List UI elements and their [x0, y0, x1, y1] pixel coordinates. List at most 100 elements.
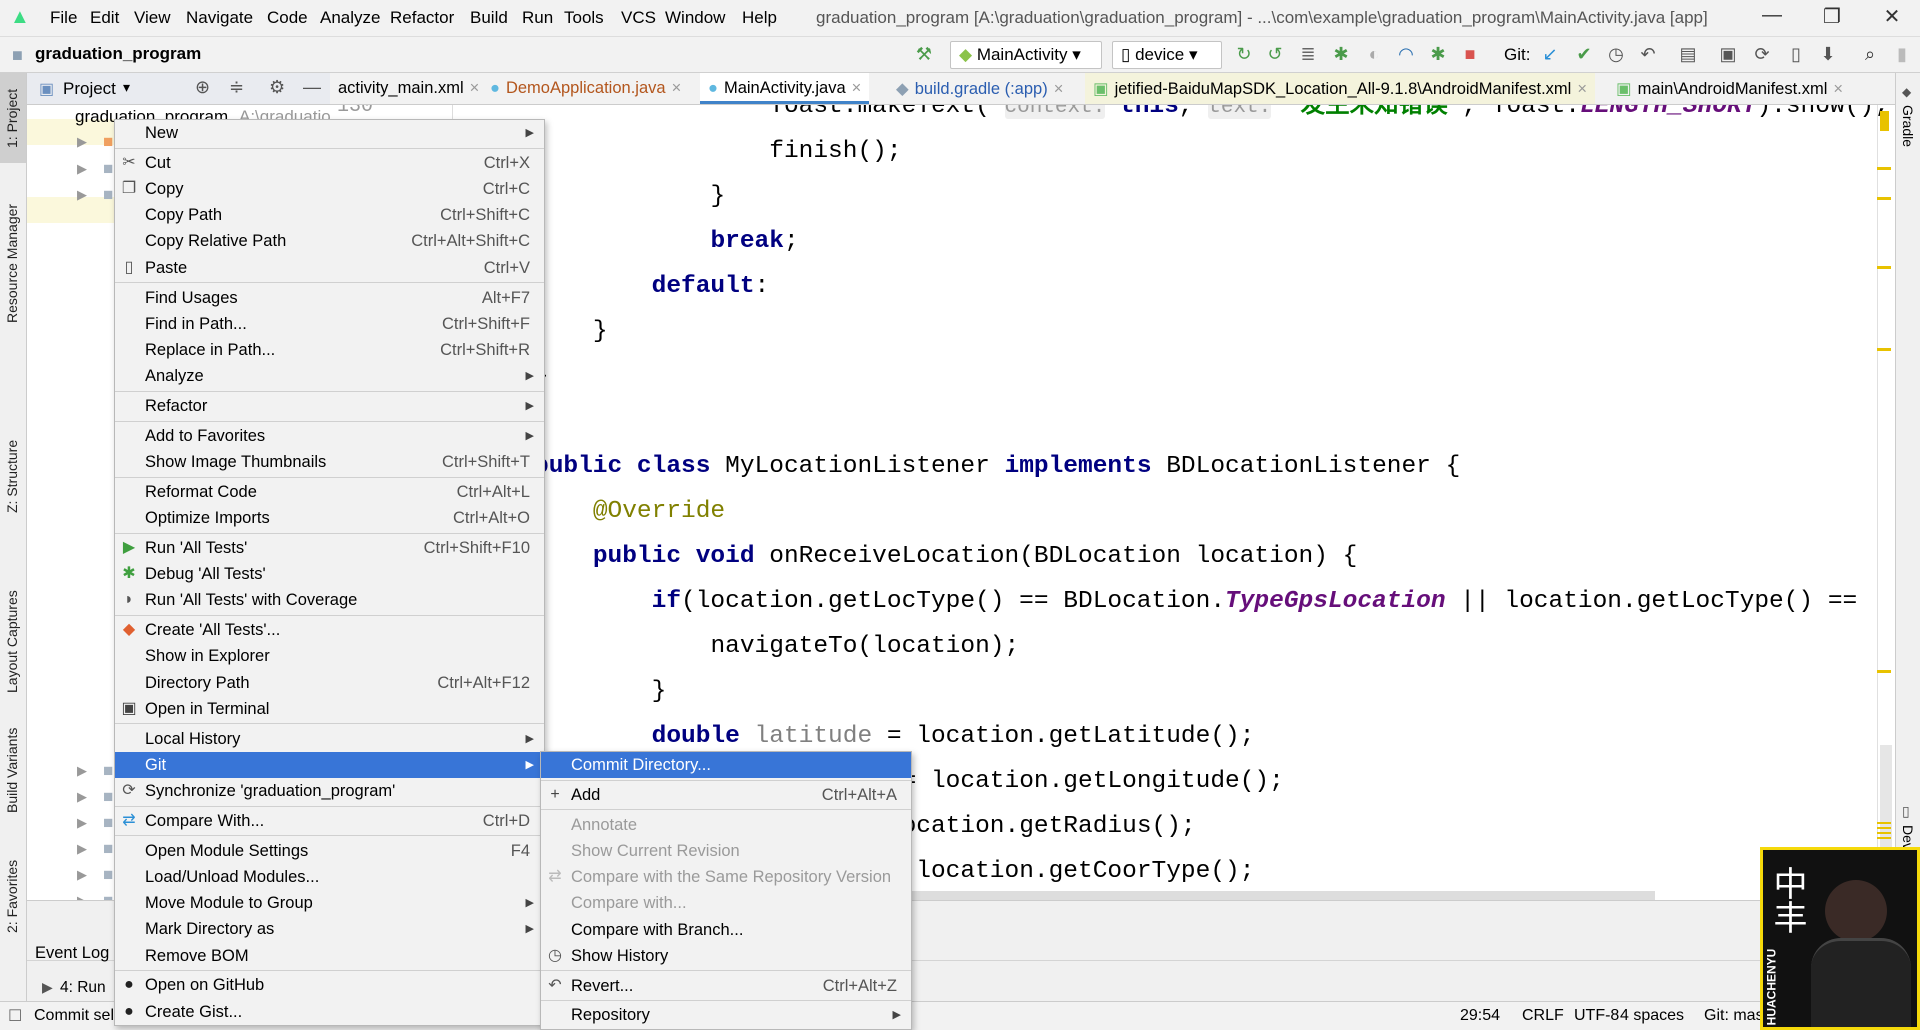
menu-item-find-usages[interactable]: Find Usages Alt+F7: [115, 285, 544, 311]
error-stripe-mark[interactable]: [1880, 111, 1889, 131]
menu-item-compare-with-branch[interactable]: Compare with Branch...: [541, 917, 911, 943]
editor-scrollbar-track[interactable]: [1877, 105, 1878, 900]
locate-icon[interactable]: ⊕: [195, 77, 210, 98]
horizontal-scrollbar[interactable]: [910, 891, 1655, 900]
menu-item-add-to-favorites[interactable]: Add to Favorites ▶: [115, 423, 544, 449]
menu-analyze[interactable]: Analyze: [320, 8, 380, 28]
menu-item-copy-path[interactable]: Copy Path Ctrl+Shift+C: [115, 202, 544, 228]
breadcrumb-project[interactable]: graduation_program: [35, 44, 201, 64]
event-log-tab[interactable]: Event Log: [35, 944, 109, 963]
menu-item-open-in-terminal[interactable]: ▣ Open in Terminal: [115, 696, 544, 722]
menu-item-show-history[interactable]: ◷ Show History: [541, 943, 911, 969]
tool-resource-manager[interactable]: Resource Manager: [4, 204, 20, 323]
editor-tab[interactable]: ● DemoApplication.java ×: [482, 73, 689, 104]
menu-item-paste[interactable]: ▯ Paste Ctrl+V: [115, 255, 544, 281]
menu-item-new[interactable]: New ▶: [115, 120, 544, 146]
tool-build-variants[interactable]: Build Variants: [4, 728, 20, 813]
git-history-icon[interactable]: ◷: [1604, 44, 1628, 65]
menu-tools[interactable]: Tools: [564, 8, 604, 28]
warning-stripe-mark[interactable]: [1877, 266, 1891, 269]
overlay-photo-widget[interactable]: 中丰 HUACHENYU: [1760, 847, 1920, 1030]
apply-changes-icon[interactable]: ↻: [1232, 44, 1256, 65]
menu-run[interactable]: Run: [522, 8, 553, 28]
menu-refactor[interactable]: Refactor: [390, 8, 454, 28]
git-commit-icon[interactable]: ✔: [1572, 44, 1596, 65]
tree-expand-arrow-icon[interactable]: ▶: [77, 763, 87, 789]
line-separator[interactable]: CRLF: [1522, 1007, 1564, 1025]
minimize-button[interactable]: —: [1752, 4, 1792, 27]
gear-icon[interactable]: ⚙: [269, 77, 285, 98]
menu-item-add[interactable]: + Add Ctrl+Alt+A: [541, 782, 911, 808]
menu-item-run-all-tests-with-coverage[interactable]: ◗ Run 'All Tests' with Coverage: [115, 587, 544, 613]
profile-icon[interactable]: ◠: [1394, 44, 1418, 65]
tree-expand-arrow-icon[interactable]: ▶: [77, 187, 87, 213]
menu-window[interactable]: Window: [665, 8, 725, 28]
editor-tab[interactable]: ▣ jetified-BaiduMapSDK_Location_All-9.1.8…: [1085, 73, 1595, 104]
menu-file[interactable]: File: [50, 8, 77, 28]
menu-item-git[interactable]: Git ▶: [115, 751, 544, 778]
menu-item-synchronize-graduation-program[interactable]: ⟳ Synchronize 'graduation_program': [115, 778, 544, 804]
menu-item-find-in-path[interactable]: Find in Path... Ctrl+Shift+F: [115, 311, 544, 337]
tool-structure[interactable]: Z: Structure: [4, 440, 20, 513]
menu-item-mark-directory-as[interactable]: Mark Directory as ▶: [115, 916, 544, 942]
menu-item-remove-bom[interactable]: Remove BOM: [115, 943, 544, 969]
menu-item-directory-path[interactable]: Directory Path Ctrl+Alt+F12: [115, 670, 544, 696]
tool-gradle[interactable]: Gradle: [1900, 105, 1916, 147]
close-tab-icon[interactable]: ×: [1054, 80, 1064, 98]
menu-item-run-all-tests[interactable]: ▶ Run 'All Tests' Ctrl+Shift+F10: [115, 535, 544, 561]
menu-help[interactable]: Help: [742, 8, 777, 28]
project-view-dropdown[interactable]: Project: [63, 79, 116, 99]
git-rollback-icon[interactable]: ↶: [1636, 44, 1660, 65]
tree-expand-arrow-icon[interactable]: ▶: [77, 789, 87, 815]
menu-item-cut[interactable]: ✂ Cut Ctrl+X: [115, 150, 544, 176]
avatar[interactable]: ▮: [1890, 44, 1914, 65]
menu-item-local-history[interactable]: Local History ▶: [115, 726, 544, 752]
attach-debugger-icon[interactable]: ✱: [1426, 44, 1450, 65]
menu-build[interactable]: Build: [470, 8, 508, 28]
stop-icon[interactable]: ■: [1458, 44, 1482, 65]
warning-stripe-mark[interactable]: [1877, 670, 1891, 673]
caret-position[interactable]: 29:54: [1460, 1007, 1500, 1025]
build-hammer-icon[interactable]: ⚒: [912, 44, 936, 65]
menu-item-optimize-imports[interactable]: Optimize Imports Ctrl+Alt+O: [115, 505, 544, 531]
menu-item-create-all-tests[interactable]: ◆ Create 'All Tests'...: [115, 617, 544, 643]
apply-code-changes-icon[interactable]: ↺: [1263, 44, 1287, 65]
editor-tab[interactable]: ● MainActivity.java ×: [700, 73, 870, 104]
logcat-icon[interactable]: ≣: [1296, 44, 1320, 65]
menu-item-open-on-github[interactable]: ● Open on GitHub: [115, 972, 544, 998]
menu-item-show-in-explorer[interactable]: Show in Explorer: [115, 643, 544, 669]
sdk-manager-icon[interactable]: ⬇: [1816, 44, 1840, 65]
restore-button[interactable]: ❐: [1812, 4, 1852, 29]
close-tab-icon[interactable]: ×: [1577, 80, 1587, 98]
warning-stripe-mark[interactable]: [1877, 197, 1891, 200]
project-structure-icon[interactable]: ▤: [1676, 44, 1700, 65]
file-encoding[interactable]: UTF-8: [1574, 1007, 1619, 1025]
close-tab-icon[interactable]: ×: [672, 79, 682, 97]
avd-manager-icon[interactable]: ▣: [1716, 44, 1740, 65]
close-tab-icon[interactable]: ×: [852, 79, 862, 97]
search-icon[interactable]: ⌕: [1858, 44, 1882, 65]
menu-item-reformat-code[interactable]: Reformat Code Ctrl+Alt+L: [115, 479, 544, 505]
tool-project[interactable]: 1: Project: [4, 89, 20, 148]
chevron-down-icon[interactable]: ▾: [123, 79, 130, 96]
menu-item-refactor[interactable]: Refactor ▶: [115, 393, 544, 419]
tree-expand-arrow-icon[interactable]: ▶: [77, 161, 87, 187]
device-dropdown[interactable]: ▯ device ▾: [1112, 41, 1222, 69]
menu-navigate[interactable]: Navigate: [186, 8, 253, 28]
warning-stripe-mark[interactable]: [1877, 822, 1891, 842]
tool-layout-captures[interactable]: Layout Captures: [4, 590, 20, 693]
run-config-dropdown[interactable]: ◆ MainActivity ▾: [950, 41, 1102, 69]
menu-item-copy[interactable]: ❐ Copy Ctrl+C: [115, 176, 544, 202]
debug-icon[interactable]: ✱: [1329, 44, 1353, 65]
close-tab-icon[interactable]: ×: [470, 79, 480, 97]
collapse-all-icon[interactable]: ≑: [229, 77, 244, 98]
device-manager-icon[interactable]: ▯: [1784, 44, 1808, 65]
menu-item-commit-directory[interactable]: Commit Directory...: [541, 752, 911, 779]
tree-expand-arrow-icon[interactable]: ▶: [77, 134, 87, 160]
tree-expand-arrow-icon[interactable]: ▶: [77, 841, 87, 867]
indent-setting[interactable]: 4 spaces: [1620, 1007, 1684, 1025]
menu-view[interactable]: View: [134, 8, 171, 28]
menu-item-show-image-thumbnails[interactable]: Show Image Thumbnails Ctrl+Shift+T: [115, 449, 544, 475]
menu-item-debug-all-tests[interactable]: ✱ Debug 'All Tests': [115, 561, 544, 587]
menu-item-replace-in-path[interactable]: Replace in Path... Ctrl+Shift+R: [115, 337, 544, 363]
